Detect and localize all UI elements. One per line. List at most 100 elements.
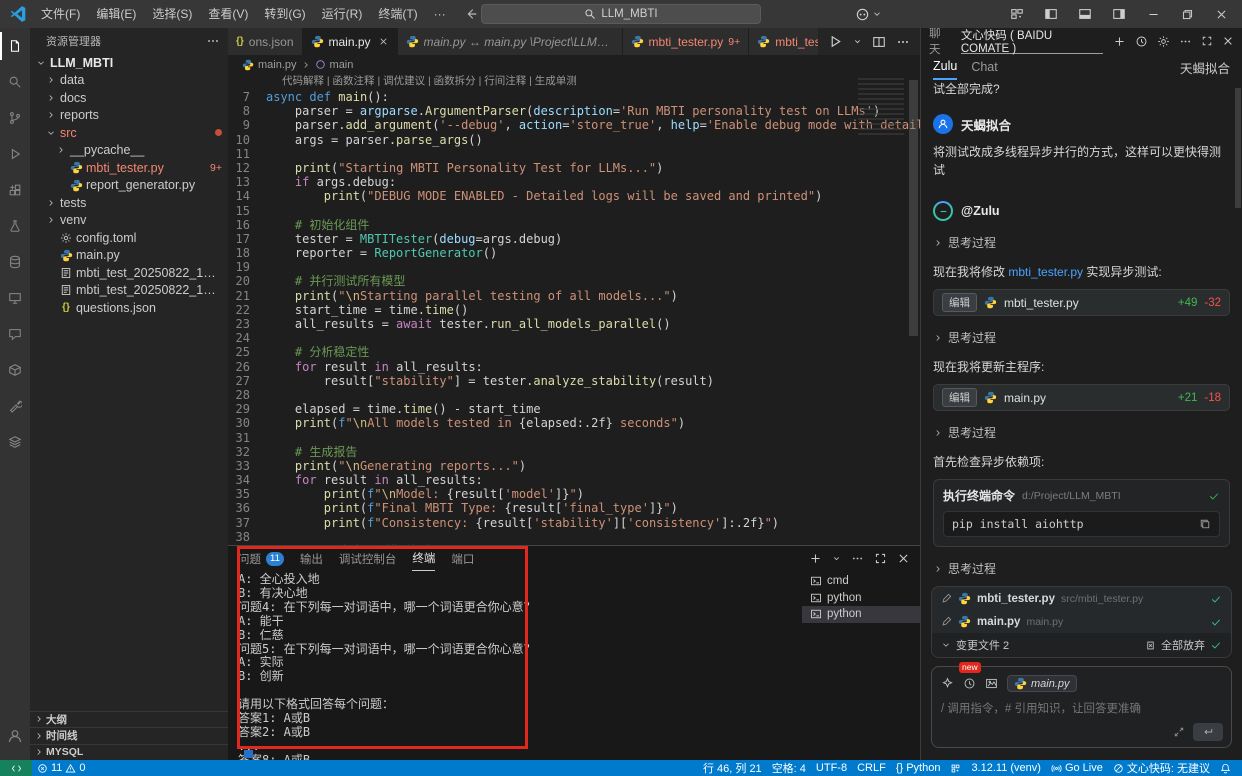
extensions-icon[interactable] bbox=[0, 172, 30, 208]
tree-item-tests[interactable]: tests bbox=[30, 194, 228, 212]
editor-tab-2[interactable]: main.py ↔ main.py \Project\LLM_MBTI - ..… bbox=[398, 28, 623, 55]
python-interpreter[interactable]: 3.12.11 (venv) bbox=[966, 762, 1046, 774]
panel-tab-输出[interactable]: 输出 bbox=[300, 546, 323, 571]
section-大纲[interactable]: 大纲 bbox=[30, 711, 228, 728]
menu-item-5[interactable]: 运行(R) bbox=[314, 0, 371, 28]
indentation[interactable]: 空格: 4 bbox=[767, 760, 811, 776]
close-panel-icon[interactable] bbox=[897, 552, 910, 565]
database-icon[interactable] bbox=[0, 244, 30, 280]
problems-status[interactable]: 11 0 bbox=[32, 762, 91, 774]
accept-file-icon[interactable] bbox=[1210, 593, 1222, 605]
rp-maximize-icon[interactable] bbox=[1201, 35, 1213, 47]
send-button[interactable] bbox=[1193, 723, 1223, 741]
history-icon[interactable] bbox=[963, 677, 976, 690]
edit-card-main[interactable]: 编辑 main.py +21 -18 bbox=[933, 384, 1230, 411]
code-editor[interactable]: 代码解释 | 函数注释 | 调优建议 | 函数拆分 | 行间注释 | 生成单测 … bbox=[228, 74, 920, 545]
tree-item-mbti_test_20250822_144909.log[interactable]: mbti_test_20250822_144909.log bbox=[30, 282, 228, 300]
tree-item-config.toml[interactable]: config.toml bbox=[30, 229, 228, 247]
edit-card-mbti-tester[interactable]: 编辑 mbti_tester.py +49 -32 bbox=[933, 289, 1230, 316]
tree-item-LLM_MBTI[interactable]: LLM_MBTI bbox=[30, 54, 228, 72]
tree-item-data[interactable]: data bbox=[30, 72, 228, 90]
chat-input[interactable]: new main.py / 调用指令，# 引用知识，让回答更准确 bbox=[931, 666, 1232, 748]
tab-chat[interactable]: 聊天 bbox=[929, 25, 951, 57]
tree-item-docs[interactable]: docs bbox=[30, 89, 228, 107]
changed-file-row-0[interactable]: mbti_tester.pysrc/mbti_tester.py bbox=[932, 587, 1231, 610]
subtab-chat[interactable]: Chat bbox=[971, 60, 997, 74]
menu-item-2[interactable]: 选择(S) bbox=[144, 0, 200, 28]
chat-scrollbar[interactable] bbox=[1235, 88, 1241, 208]
menu-item-1[interactable]: 编辑(E) bbox=[88, 0, 144, 28]
comate-icon[interactable] bbox=[945, 763, 966, 774]
more-actions-icon[interactable] bbox=[206, 34, 220, 48]
tab-comate[interactable]: 文心快码 ( BAIDU COMATE ) bbox=[961, 28, 1103, 54]
run-debug-icon[interactable] bbox=[0, 136, 30, 172]
minimize-icon[interactable] bbox=[1138, 0, 1168, 28]
menu-item-0[interactable]: 文件(F) bbox=[33, 0, 88, 28]
editor-tab-1[interactable]: main.py bbox=[303, 28, 398, 55]
tree-item-questions.json[interactable]: {}questions.json bbox=[30, 299, 228, 317]
context-chip[interactable]: main.py bbox=[1007, 675, 1077, 692]
breadcrumb-symbol[interactable]: main bbox=[330, 59, 354, 71]
tree-item-report_generator.py[interactable]: report_generator.py bbox=[30, 177, 228, 195]
rp-more-icon[interactable] bbox=[1179, 35, 1192, 48]
restore-icon[interactable] bbox=[1172, 0, 1202, 28]
think-toggle[interactable]: 思考过程 bbox=[933, 560, 1230, 577]
skills-icon[interactable] bbox=[941, 677, 954, 690]
think-toggle[interactable]: 思考过程 bbox=[933, 424, 1230, 441]
editor-tab-0[interactable]: {}ons.json bbox=[228, 28, 303, 55]
chat-timeline[interactable]: 试全部完成? 天蝎拟合 将测试改成多线程异步并行的方式，这样可以更快得测试 @Z… bbox=[921, 80, 1242, 582]
terminal-instance-0[interactable]: cmd bbox=[802, 573, 920, 590]
minimap[interactable] bbox=[858, 78, 904, 136]
testing-icon[interactable] bbox=[0, 208, 30, 244]
close-tab-icon[interactable] bbox=[378, 36, 389, 47]
notifications[interactable] bbox=[1215, 763, 1236, 774]
think-toggle[interactable]: 思考过程 bbox=[933, 234, 1230, 251]
comate-suggestion-status[interactable]: 文心快码: 无建议 bbox=[1108, 760, 1215, 776]
comments-icon[interactable] bbox=[0, 316, 30, 352]
chevron-down-icon[interactable] bbox=[941, 640, 951, 650]
editor-more-icon[interactable] bbox=[896, 35, 910, 49]
accept-file-icon[interactable] bbox=[1210, 616, 1222, 628]
image-icon[interactable] bbox=[985, 677, 998, 690]
tools-icon[interactable] bbox=[0, 388, 30, 424]
split-editor-icon[interactable] bbox=[872, 35, 886, 49]
terminal-instance-1[interactable]: python bbox=[802, 590, 920, 607]
terminal-instance-2[interactable]: python bbox=[802, 606, 920, 623]
go-live[interactable]: Go Live bbox=[1046, 762, 1108, 774]
menu-item-4[interactable]: 转到(G) bbox=[256, 0, 313, 28]
explorer-icon[interactable] bbox=[0, 28, 30, 64]
eol[interactable]: CRLF bbox=[852, 762, 891, 774]
search-icon[interactable] bbox=[0, 64, 30, 100]
panel-tab-调试控制台[interactable]: 调试控制台 bbox=[339, 546, 397, 571]
editor-tab-3[interactable]: mbti_tester.py9+ bbox=[623, 28, 750, 55]
command-center-search[interactable]: LLM_MBTI bbox=[481, 4, 761, 24]
close-window-icon[interactable] bbox=[1206, 0, 1236, 28]
subtab-zulu[interactable]: Zulu bbox=[933, 54, 957, 80]
editor-scrollbar[interactable] bbox=[909, 80, 918, 336]
menu-item-3[interactable]: 查看(V) bbox=[200, 0, 256, 28]
breadcrumb[interactable]: main.py main bbox=[228, 55, 920, 74]
file-link[interactable]: mbti_tester.py bbox=[1008, 265, 1083, 279]
tree-item-reports[interactable]: reports bbox=[30, 107, 228, 125]
panel-tab-端口[interactable]: 端口 bbox=[451, 546, 474, 571]
toggle-secondary-sidebar-icon[interactable] bbox=[1104, 0, 1134, 28]
toggle-panel-icon[interactable] bbox=[1070, 0, 1100, 28]
menu-item-7[interactable]: ··· bbox=[426, 0, 454, 28]
breadcrumb-file[interactable]: main.py bbox=[258, 59, 297, 71]
terminal-output[interactable]: A: 全心投入地B: 有决心地问题4: 在下列每一对词语中，哪一个词语更合你心意… bbox=[228, 571, 802, 760]
run-dropdown-icon[interactable] bbox=[853, 37, 862, 46]
tree-item-mbti_test_20250822_143100.log[interactable]: mbti_test_20250822_143100.log bbox=[30, 264, 228, 282]
edit-file-name[interactable]: mbti_tester.py bbox=[1004, 296, 1079, 310]
source-control-icon[interactable] bbox=[0, 100, 30, 136]
maximize-panel-icon[interactable] bbox=[874, 552, 887, 565]
think-toggle[interactable]: 思考过程 bbox=[933, 329, 1230, 346]
copy-icon[interactable] bbox=[1199, 518, 1211, 530]
new-chat-icon[interactable] bbox=[1113, 35, 1126, 48]
remote-icon[interactable] bbox=[0, 280, 30, 316]
expand-input-icon[interactable] bbox=[1173, 726, 1185, 738]
rp-close-icon[interactable] bbox=[1222, 35, 1234, 47]
discard-all-button[interactable]: 全部放弃 bbox=[1161, 637, 1205, 653]
panel-tab-问题[interactable]: 问题11 bbox=[238, 546, 284, 571]
remote-indicator[interactable] bbox=[0, 760, 32, 776]
changed-file-row-1[interactable]: main.pymain.py bbox=[932, 610, 1231, 633]
